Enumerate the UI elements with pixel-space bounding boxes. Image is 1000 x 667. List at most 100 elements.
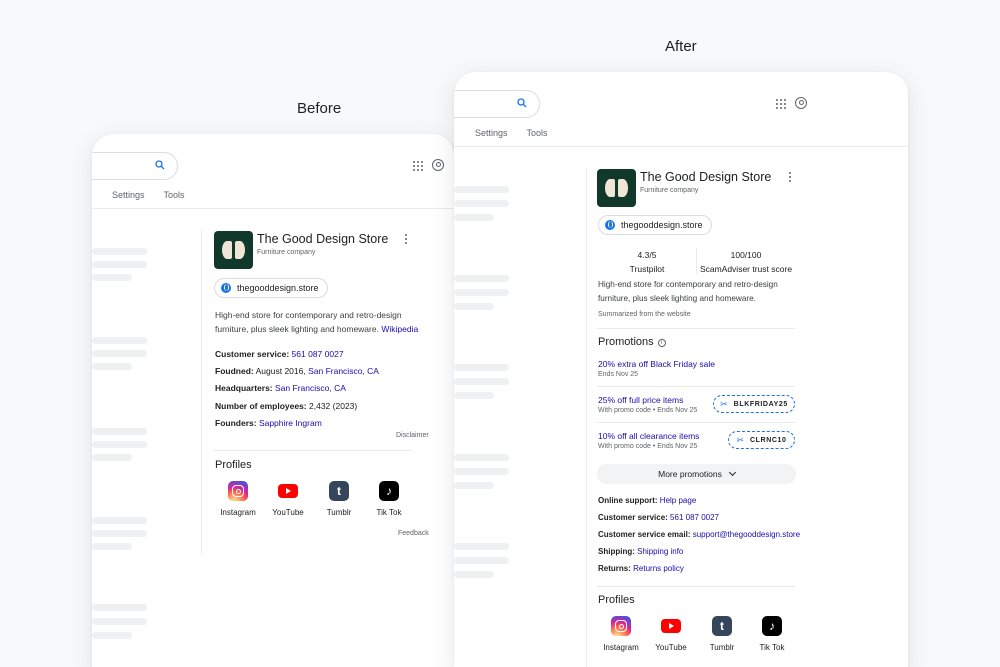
placeholder-line <box>92 454 132 461</box>
website-chip[interactable]: thegooddesign.store <box>214 278 328 298</box>
search-icon[interactable] <box>517 98 527 108</box>
profile-label: YouTube <box>272 508 304 517</box>
profile-tiktok[interactable]: ♪ Tik Tok <box>750 616 794 652</box>
more-promotions-label: More promotions <box>658 469 722 479</box>
fact-row: Returns: Returns policy <box>598 564 684 573</box>
profile-label: Tumblr <box>326 508 352 517</box>
profile-label: Tik Tok <box>759 643 785 652</box>
section-divider <box>597 328 795 329</box>
profile-youtube[interactable]: YouTube <box>649 616 693 652</box>
search-box[interactable] <box>92 152 178 180</box>
after-screen: Settings Tools The Good Design Store Fur… <box>454 72 908 667</box>
profile-tumblr[interactable]: t Tumblr <box>317 481 361 517</box>
promotion-detail: Ends Nov 25 <box>598 371 639 378</box>
info-icon[interactable]: i <box>657 339 666 347</box>
placeholder-line <box>454 186 509 193</box>
rating-score: 4.3/5 <box>637 250 657 260</box>
profile-tumblr[interactable]: t Tumblr <box>700 616 744 652</box>
more-options-icon[interactable] <box>789 172 792 182</box>
profile-instagram[interactable]: Instagram <box>599 616 643 652</box>
placeholder-line <box>92 530 147 537</box>
fact-link[interactable]: support@thegooddesign.store <box>693 530 800 539</box>
search-box[interactable] <box>454 90 540 118</box>
profile-tiktok[interactable]: ♪ Tik Tok <box>367 481 411 517</box>
wikipedia-link[interactable]: Wikipedia <box>381 324 418 334</box>
profile-youtube[interactable]: YouTube <box>266 481 310 517</box>
search-icon[interactable] <box>155 160 165 170</box>
section-divider <box>214 450 412 451</box>
apps-grid-icon[interactable] <box>776 99 786 109</box>
fact-label: Headquarters: <box>215 383 273 393</box>
placeholder-line <box>454 303 494 310</box>
fact-label: Shipping: <box>598 547 635 556</box>
tiktok-icon: ♪ <box>379 481 399 501</box>
placeholder-line <box>454 543 509 550</box>
rating-trustpilot[interactable]: 4.3/5 Trustpilot <box>598 250 696 274</box>
fact-label: Number of employees: <box>215 401 307 411</box>
placeholder-line <box>454 378 509 385</box>
placeholder-line <box>454 200 509 207</box>
promotion-title-link[interactable]: 20% extra off Black Friday sale <box>598 359 715 369</box>
fact-link[interactable]: San Francisco, CA <box>308 366 379 376</box>
promotion-detail: With promo code • Ends Nov 25 <box>598 407 698 414</box>
placeholder-line <box>454 482 494 489</box>
promotions-heading: Promotions i <box>598 336 666 348</box>
fact-row: Customer service: 561 087 0027 <box>215 349 344 359</box>
promo-code-button[interactable]: ✂ CLRNC10 <box>728 431 795 449</box>
fact-link[interactable]: San Francisco, CA <box>275 383 346 393</box>
placeholder-line <box>92 261 147 268</box>
placeholder-line <box>454 275 509 282</box>
store-description: High-end store for contemporary and retr… <box>598 280 778 303</box>
promotion-title-link[interactable]: 25% off full price items <box>598 395 683 405</box>
rating-source-link[interactable]: Trustpilot <box>598 264 696 274</box>
promotion-divider <box>597 386 795 387</box>
fact-label: Foudned: <box>215 366 254 376</box>
placeholder-line <box>454 289 509 296</box>
website-chip[interactable]: thegooddesign.store <box>598 215 712 235</box>
rating-scamadviser[interactable]: 100/100 ScamAdviser trust score <box>697 250 795 274</box>
fact-link[interactable]: Shipping info <box>637 547 683 556</box>
disclaimer-link[interactable]: Disclaimer <box>396 432 429 439</box>
profile-instagram[interactable]: Instagram <box>216 481 260 517</box>
tab-settings[interactable]: Settings <box>112 190 145 200</box>
toolbar-tabs: Settings Tools <box>475 128 548 138</box>
promotions-heading-text: Promotions <box>598 336 654 348</box>
store-category: Furniture company <box>257 249 316 256</box>
apps-grid-icon[interactable] <box>413 161 423 171</box>
profiles-heading: Profiles <box>598 594 635 606</box>
fact-link[interactable]: Returns policy <box>633 564 684 573</box>
feedback-link[interactable]: Feedback <box>398 530 429 537</box>
tab-settings[interactable]: Settings <box>475 128 508 138</box>
placeholder-line <box>92 441 147 448</box>
tab-tools[interactable]: Tools <box>527 128 548 138</box>
website-label: thegooddesign.store <box>621 220 703 230</box>
rating-source-link[interactable]: ScamAdviser trust score <box>697 264 795 274</box>
placeholder-line <box>92 543 132 550</box>
panel-divider <box>586 168 587 667</box>
promotion-title-link[interactable]: 10% off all clearance items <box>598 431 699 441</box>
placeholder-line <box>454 392 494 399</box>
tiktok-icon: ♪ <box>762 616 782 636</box>
store-name: The Good Design Store <box>640 170 772 184</box>
fact-link[interactable]: 561 087 0027 <box>292 349 344 359</box>
placeholder-line <box>92 274 132 281</box>
more-options-icon[interactable] <box>405 234 408 244</box>
profile-label: YouTube <box>655 643 687 652</box>
account-icon[interactable] <box>432 159 444 171</box>
instagram-icon <box>228 481 248 501</box>
fact-link[interactable]: Sapphire Ingram <box>259 418 322 428</box>
fact-label: Customer service: <box>598 513 668 522</box>
profile-label: Tumblr <box>709 643 735 652</box>
account-icon[interactable] <box>795 97 807 109</box>
fact-value: 2,432 (2023) <box>309 401 358 411</box>
tab-tools[interactable]: Tools <box>164 190 185 200</box>
more-promotions-button[interactable]: More promotions <box>597 464 796 484</box>
fact-link[interactable]: Help page <box>660 496 696 505</box>
placeholder-line <box>92 363 132 370</box>
fact-link[interactable]: 561 087 0027 <box>670 513 719 522</box>
summary-note: Summarized from the website <box>598 311 691 318</box>
store-logo <box>214 231 253 269</box>
youtube-icon <box>661 616 681 636</box>
promo-code-button[interactable]: ✂ BLKFRIDAY25 <box>713 395 795 413</box>
fact-row: Number of employees: 2,432 (2023) <box>215 401 357 411</box>
